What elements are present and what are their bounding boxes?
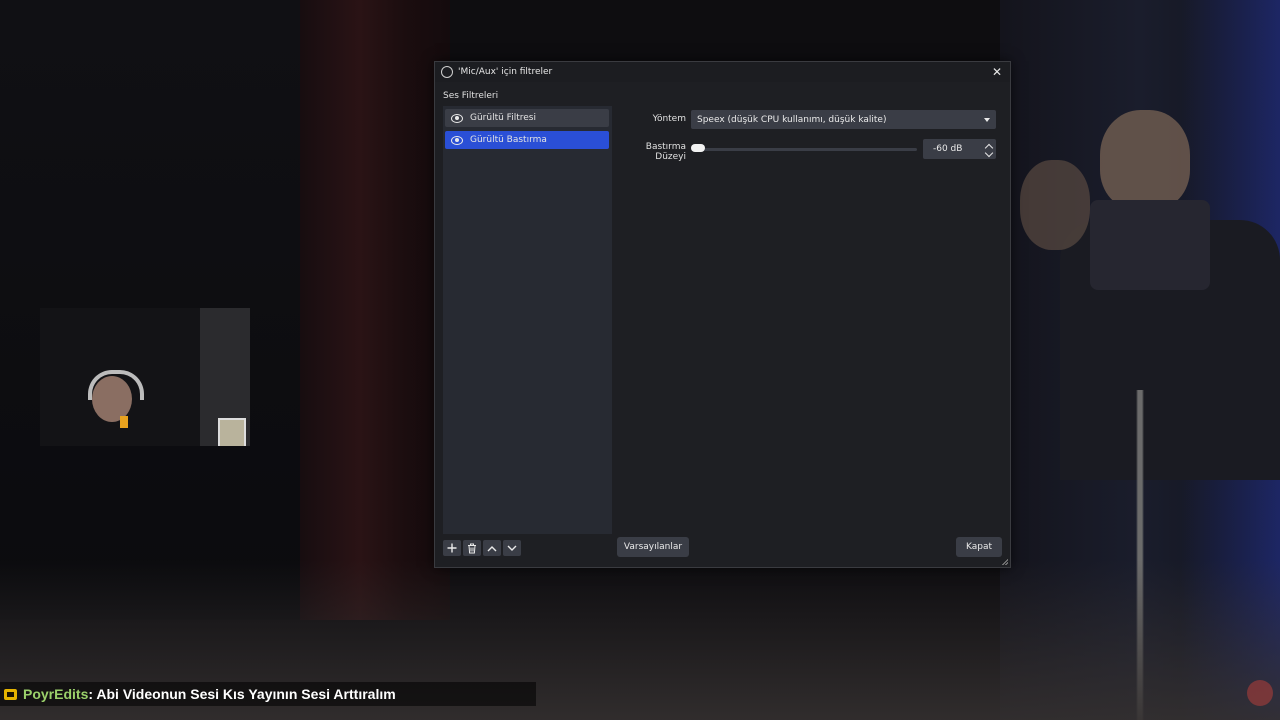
picture-frame [218,418,246,446]
drink-can [120,416,128,428]
eye-icon[interactable] [451,113,463,123]
slider-track [691,148,917,151]
filters-dialog: 'Mic/Aux' için filtreler ✕ Ses Filtreler… [434,61,1011,568]
chevron-down-icon[interactable] [984,148,994,158]
close-button[interactable]: Kapat [956,537,1002,557]
red-curtain [300,0,450,620]
method-value: Speex (düşük CPU kullanımı, düşük kalite… [697,114,887,125]
remove-filter-button[interactable] [463,540,481,556]
chat-username: PoyrEdits [23,686,89,702]
dialog-title: 'Mic/Aux' için filtreler [458,67,553,77]
crown-icon [4,688,17,700]
webcam-overlay [40,308,250,446]
filter-item-noise-gate[interactable]: Gürültü Filtresi [445,109,609,127]
chat-message-bar: PoyrEdits : Abi Videonun Sesi Kıs Yayını… [0,682,536,706]
filter-label: Gürültü Bastırma [470,135,547,145]
audio-filters-label: Ses Filtreleri [443,91,499,101]
filter-toolbar [443,540,521,556]
headphones [88,370,144,400]
video-camera [1090,200,1210,290]
filter-list: Gürültü Filtresi Gürültü Bastırma [443,106,612,534]
suppression-level-spinbox[interactable]: -60 dB [923,139,996,159]
resize-grip-icon[interactable] [1002,559,1008,565]
trash-icon [468,543,476,553]
obs-app-icon [441,66,453,78]
suppression-level-value: -60 dB [933,144,963,154]
camera-operator-head [1100,110,1190,210]
spin-arrows [984,140,994,158]
move-down-button[interactable] [503,540,521,556]
add-filter-button[interactable] [443,540,461,556]
suppression-level-slider[interactable] [691,143,917,155]
background-person [1020,160,1090,250]
title-bar: 'Mic/Aux' için filtreler ✕ [435,62,1010,82]
chat-message: : Abi Videonun Sesi Kıs Yayının Sesi Art… [88,686,396,702]
chevron-down-icon [507,545,517,551]
filter-item-noise-suppression[interactable]: Gürültü Bastırma [445,131,609,149]
chevron-up-icon [487,545,497,551]
eye-icon[interactable] [451,135,463,145]
close-icon[interactable]: ✕ [990,65,1004,79]
move-up-button[interactable] [483,540,501,556]
defaults-button[interactable]: Varsayılanlar [617,537,689,557]
method-label: Yöntem [652,114,686,124]
method-select[interactable]: Speex (düşük CPU kullanımı, düşük kalite… [691,110,996,129]
chevron-down-icon [984,118,990,122]
plus-icon [447,543,457,553]
filter-label: Gürültü Filtresi [470,113,536,123]
filter-properties: Yöntem Speex (düşük CPU kullanımı, düşük… [614,106,1010,534]
suppression-level-label: Bastırma Düzeyi [645,142,686,162]
slider-thumb[interactable] [691,144,706,152]
subscribe-watermark-icon [1247,680,1273,706]
